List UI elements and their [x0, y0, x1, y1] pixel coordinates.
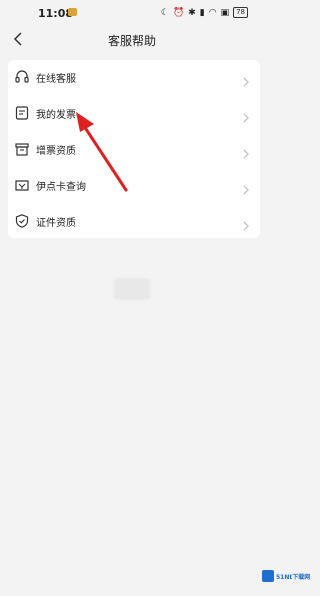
battery-icon: 78: [233, 7, 248, 18]
menu-item-label: 证件资质: [36, 218, 76, 229]
chevron-right-icon: [242, 108, 250, 123]
chevron-right-icon: [242, 144, 250, 159]
watermark-logo-icon: [262, 570, 274, 582]
help-menu-card: 在线客服 我的发票 增票资质 伊点卡查询 证件资质: [8, 60, 260, 238]
card-icon: [14, 177, 30, 193]
menu-item-card-query[interactable]: 伊点卡查询: [8, 168, 260, 203]
menu-item-label: 我的发票: [36, 110, 76, 121]
menu-item-label: 增票资质: [36, 146, 76, 157]
status-bar: 11:08 ☾ ⏰ ✱ ▮ ◠ ▣ 78: [0, 0, 264, 26]
shield-check-icon: [14, 213, 30, 229]
bluetooth-icon: ✱: [188, 7, 196, 18]
menu-item-vat-qualification[interactable]: 增票资质: [8, 132, 260, 167]
status-icons: ☾ ⏰ ✱ ▮ ◠ ▣ 78: [161, 7, 248, 18]
chevron-right-icon: [242, 216, 250, 231]
alarm-icon: ⏰: [172, 7, 185, 18]
headset-icon: [14, 69, 30, 85]
menu-item-certificate-qualification[interactable]: 证件资质: [8, 204, 260, 239]
wifi-icon: ◠: [208, 7, 217, 18]
menu-item-label: 伊点卡查询: [36, 182, 86, 193]
chevron-right-icon: [242, 72, 250, 87]
page-title: 客服帮助: [107, 34, 156, 48]
loading-placeholder: [114, 278, 150, 300]
nav-bar: 客服帮助: [0, 26, 264, 52]
watermark-text: 51Nt下载网: [276, 573, 311, 581]
hd-icon: ▣: [220, 7, 230, 18]
moon-icon: ☾: [160, 7, 169, 18]
menu-item-label: 在线客服: [36, 74, 76, 85]
notification-app-icon: [68, 8, 77, 16]
invoice-icon: [14, 105, 30, 121]
menu-item-online-service[interactable]: 在线客服: [8, 60, 260, 95]
vat-invoice-icon: [14, 141, 30, 157]
signal-icon: ▮: [199, 7, 205, 18]
chevron-right-icon: [242, 180, 250, 195]
menu-item-my-invoice[interactable]: 我的发票: [8, 96, 260, 131]
watermark: 51Nt下载网: [262, 568, 314, 584]
